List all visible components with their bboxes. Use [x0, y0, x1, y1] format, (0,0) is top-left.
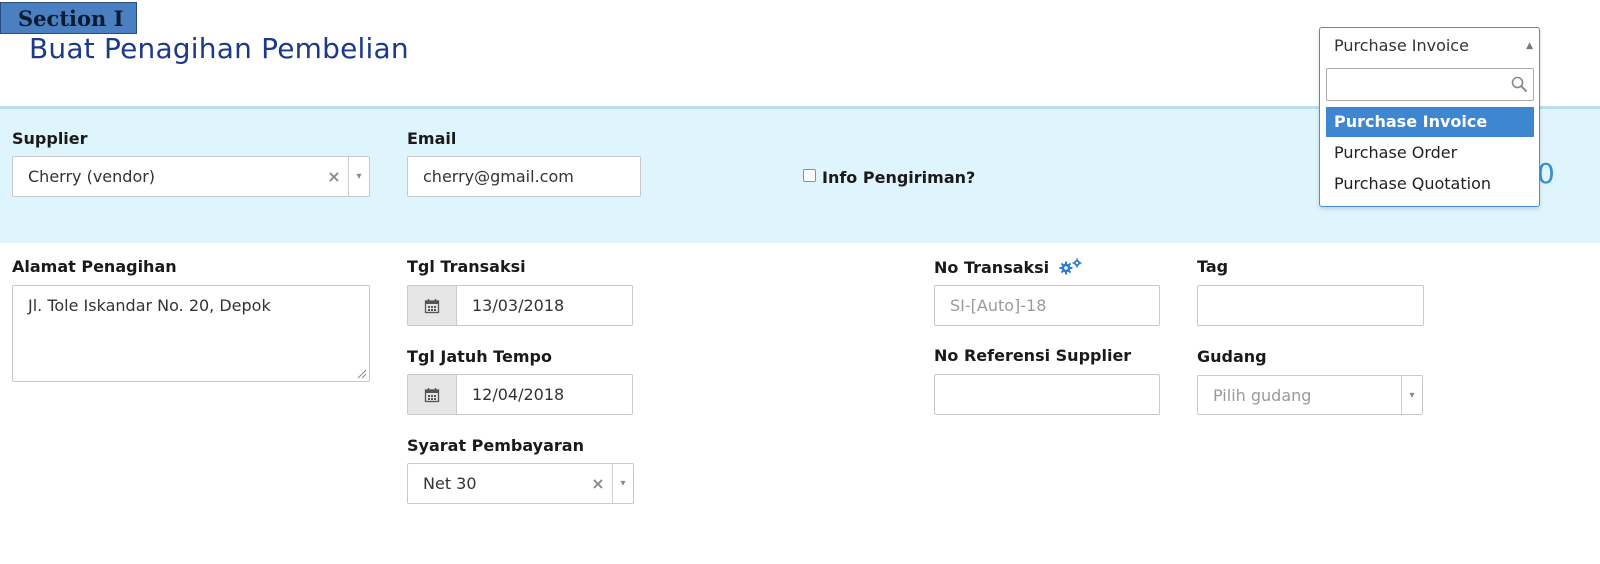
- tag-label: Tag: [1197, 257, 1229, 276]
- document-type-selected[interactable]: Purchase Invoice ▲: [1320, 28, 1539, 65]
- warehouse-placeholder: Pilih gudang: [1213, 385, 1312, 405]
- document-type-selected-value: Purchase Invoice: [1334, 36, 1469, 55]
- payment-terms-select[interactable]: Net 30 × ▾: [407, 463, 634, 504]
- calendar-icon[interactable]: [408, 375, 457, 414]
- chevron-down-icon[interactable]: ▾: [348, 157, 369, 196]
- chevron-up-icon[interactable]: ▲: [1526, 28, 1533, 64]
- email-label: Email: [407, 129, 457, 148]
- supplier-reference-label: No Referensi Supplier: [934, 346, 1132, 365]
- gears-icon[interactable]: [1058, 257, 1084, 275]
- clear-icon[interactable]: ×: [320, 167, 348, 186]
- email-value: cherry@gmail.com: [423, 167, 574, 186]
- calendar-icon[interactable]: [408, 286, 457, 325]
- transaction-date-value: 13/03/2018: [472, 296, 565, 315]
- shipping-info-checkbox[interactable]: [803, 169, 816, 182]
- shipping-info-label: Info Pengiriman?: [822, 168, 976, 187]
- transaction-date-label: Tgl Transaksi: [407, 257, 526, 276]
- email-field[interactable]: cherry@gmail.com: [407, 156, 641, 197]
- transaction-no-field[interactable]: SI-[Auto]-18: [934, 285, 1160, 326]
- billing-address-value: Jl. Tole Iskandar No. 20, Depok: [28, 296, 271, 315]
- resize-grip-icon[interactable]: [357, 369, 367, 379]
- dropdown-option-purchase-invoice[interactable]: Purchase Invoice: [1326, 107, 1534, 137]
- search-icon: [1511, 76, 1528, 93]
- dropdown-option-purchase-order[interactable]: Purchase Order: [1326, 138, 1534, 168]
- supplier-reference-field[interactable]: [934, 374, 1160, 415]
- clear-icon[interactable]: ×: [584, 474, 612, 493]
- payment-terms-label: Syarat Pembayaran: [407, 436, 584, 455]
- tag-field[interactable]: [1197, 285, 1424, 326]
- due-date-label: Tgl Jatuh Tempo: [407, 347, 552, 366]
- dropdown-search-input[interactable]: [1326, 68, 1534, 101]
- transaction-no-label: No Transaksi: [934, 257, 1084, 277]
- supplier-value: Cherry (vendor): [28, 167, 156, 186]
- transaction-no-label-text: No Transaksi: [934, 258, 1050, 277]
- billing-address-label: Alamat Penagihan: [12, 257, 177, 276]
- dropdown-option-purchase-quotation[interactable]: Purchase Quotation: [1326, 169, 1534, 199]
- document-type-dropdown[interactable]: Purchase Invoice ▲ Purchase Invoice Purc…: [1319, 27, 1540, 207]
- page-title: Buat Penagihan Pembelian: [29, 32, 409, 65]
- payment-terms-value: Net 30: [423, 474, 477, 493]
- transaction-no-placeholder: SI-[Auto]-18: [950, 296, 1047, 315]
- due-date-value: 12/04/2018: [472, 385, 565, 404]
- warehouse-select[interactable]: Pilih gudang ▾: [1197, 375, 1423, 415]
- warehouse-label: Gudang: [1197, 347, 1267, 366]
- section-label: Section I: [0, 2, 137, 34]
- billing-address-textarea[interactable]: Jl. Tole Iskandar No. 20, Depok: [12, 285, 370, 382]
- supplier-select[interactable]: Cherry (vendor) × ▾: [12, 156, 370, 197]
- supplier-label: Supplier: [12, 129, 88, 148]
- chevron-down-icon[interactable]: ▾: [612, 464, 633, 503]
- transaction-date-field[interactable]: 13/03/2018: [407, 285, 633, 326]
- due-date-field[interactable]: 12/04/2018: [407, 374, 633, 415]
- chevron-down-icon[interactable]: ▾: [1401, 376, 1422, 414]
